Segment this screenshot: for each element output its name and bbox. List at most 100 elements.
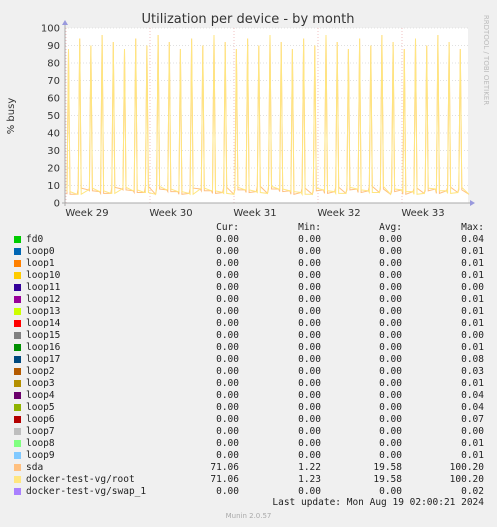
legend-max: 0.01 [461, 318, 484, 329]
legend-row: docker-test-vg/root 71.06 1.23 19.58 100.20 [0, 474, 497, 486]
last-update: Last update: Mon Aug 19 02:00:21 2024 [272, 497, 484, 508]
x-tick-label: Week 33 [401, 208, 444, 219]
legend-row: loop15 0.00 0.00 0.00 0.00 [0, 330, 497, 342]
legend-row: loop0 0.00 0.00 0.00 0.01 [0, 246, 497, 258]
legend-swatch [14, 404, 21, 411]
header-avg: Avg: [379, 222, 402, 233]
x-ticks: Week 29 Week 30 Week 31 Week 32 Week 33 [65, 208, 444, 219]
legend-swatch [14, 356, 21, 363]
legend-cur: 0.00 [216, 378, 239, 389]
legend-swatch [14, 380, 21, 387]
legend-avg: 0.00 [379, 342, 402, 353]
legend-max: 0.04 [461, 402, 484, 413]
legend-label: loop14 [26, 318, 61, 329]
legend-label: loop5 [26, 402, 55, 413]
legend-avg: 0.00 [379, 402, 402, 413]
legend-max: 100.20 [449, 474, 484, 485]
legend-avg: 0.00 [379, 366, 402, 377]
legend-cur: 0.00 [216, 354, 239, 365]
legend-row: loop3 0.00 0.00 0.00 0.01 [0, 378, 497, 390]
legend-swatch [14, 272, 21, 279]
legend-min: 0.00 [298, 366, 321, 377]
legend-min: 0.00 [298, 330, 321, 341]
legend-swatch [14, 260, 21, 267]
legend-avg: 0.00 [379, 258, 402, 269]
legend-min: 0.00 [298, 390, 321, 401]
legend-cur: 0.00 [216, 438, 239, 449]
legend-row: loop8 0.00 0.00 0.00 0.01 [0, 438, 497, 450]
legend-label: fd0 [26, 234, 44, 245]
legend-row: loop2 0.00 0.00 0.00 0.03 [0, 366, 497, 378]
legend-max: 0.01 [461, 450, 484, 461]
legend-cur: 0.00 [216, 486, 239, 497]
legend-label: docker-test-vg/root [26, 474, 135, 485]
legend-label: loop15 [26, 330, 61, 341]
legend-row: loop9 0.00 0.00 0.00 0.01 [0, 450, 497, 462]
legend-swatch [14, 452, 21, 459]
legend-max: 0.00 [461, 330, 484, 341]
y-axis-label: % busy [6, 98, 17, 135]
legend-max: 0.01 [461, 246, 484, 257]
y-tick-label: 50 [47, 111, 60, 122]
legend-header: Cur: Min: Avg: Max: [0, 222, 497, 234]
legend-avg: 0.00 [379, 246, 402, 257]
y-tick-label: 30 [47, 146, 60, 157]
legend-cur: 0.00 [216, 258, 239, 269]
legend-max: 100.20 [449, 462, 484, 473]
legend-min: 0.00 [298, 234, 321, 245]
legend-row: loop11 0.00 0.00 0.00 0.00 [0, 282, 497, 294]
legend-cur: 0.00 [216, 366, 239, 377]
legend-swatch [14, 284, 21, 291]
legend-cur: 0.00 [216, 282, 239, 293]
legend-min: 0.00 [298, 282, 321, 293]
legend-cur: 0.00 [216, 234, 239, 245]
legend-max: 0.01 [461, 294, 484, 305]
legend-row: loop5 0.00 0.00 0.00 0.04 [0, 402, 497, 414]
legend-max: 0.08 [461, 354, 484, 365]
y-tick-label: 10 [47, 181, 60, 192]
legend-max: 0.01 [461, 270, 484, 281]
legend-min: 0.00 [298, 378, 321, 389]
legend-avg: 0.00 [379, 234, 402, 245]
legend-row: sda 71.06 1.22 19.58 100.20 [0, 462, 497, 474]
legend-cur: 0.00 [216, 330, 239, 341]
legend-max: 0.01 [461, 342, 484, 353]
legend-label: loop17 [26, 354, 61, 365]
legend-swatch [14, 248, 21, 255]
legend-label: loop10 [26, 270, 61, 281]
legend-avg: 0.00 [379, 450, 402, 461]
y-tick-label: 0 [54, 199, 60, 210]
legend-label: loop4 [26, 390, 55, 401]
legend-label: loop2 [26, 366, 55, 377]
legend-min: 0.00 [298, 438, 321, 449]
x-tick-label: Week 30 [149, 208, 192, 219]
legend-swatch [14, 476, 21, 483]
legend-max: 0.01 [461, 306, 484, 317]
legend-avg: 0.00 [379, 378, 402, 389]
header-max: Max: [461, 222, 484, 233]
legend-max: 0.00 [461, 282, 484, 293]
legend-min: 0.00 [298, 318, 321, 329]
legend-row: loop12 0.00 0.00 0.00 0.01 [0, 294, 497, 306]
legend-label: loop3 [26, 378, 55, 389]
legend-max: 0.04 [461, 390, 484, 401]
legend-label: loop7 [26, 426, 55, 437]
legend-avg: 0.00 [379, 318, 402, 329]
y-axis-arrow [62, 20, 68, 25]
legend-avg: 0.00 [379, 330, 402, 341]
legend-min: 0.00 [298, 354, 321, 365]
legend-label: docker-test-vg/swap_1 [26, 486, 147, 497]
y-ticks: 0 10 20 30 40 50 60 70 80 90 100 [41, 24, 60, 210]
legend-row: loop1 0.00 0.00 0.00 0.01 [0, 258, 497, 270]
legend-swatch [14, 488, 21, 495]
legend-swatch [14, 320, 21, 327]
legend-row: loop16 0.00 0.00 0.00 0.01 [0, 342, 497, 354]
legend-label: sda [26, 462, 44, 473]
legend-avg: 0.00 [379, 438, 402, 449]
legend-row: loop14 0.00 0.00 0.00 0.01 [0, 318, 497, 330]
header-min: Min: [298, 222, 321, 233]
legend-cur: 71.06 [210, 462, 239, 473]
y-tick-label: 60 [47, 94, 60, 105]
legend-avg: 0.00 [379, 294, 402, 305]
legend-min: 0.00 [298, 342, 321, 353]
